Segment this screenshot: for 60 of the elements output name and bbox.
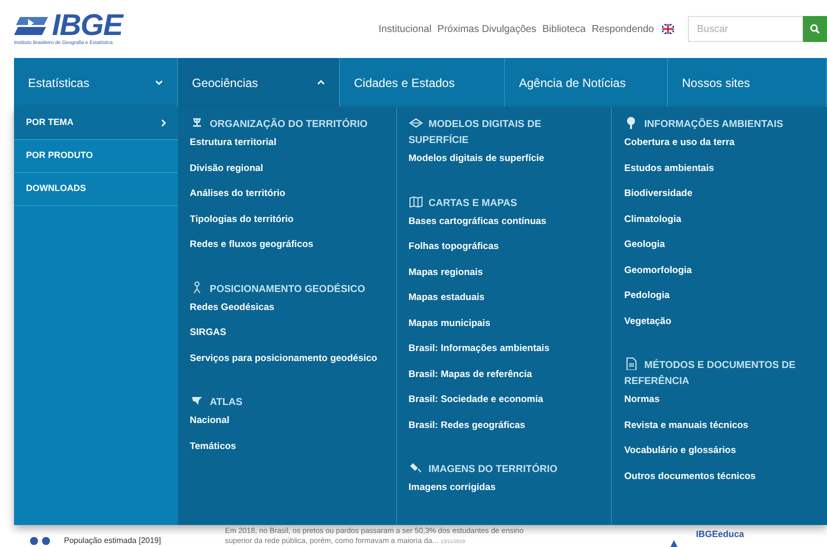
menu-link[interactable]: Mapas municipais (408, 318, 490, 330)
menu-link[interactable]: Geologia (624, 239, 665, 251)
menu-link[interactable]: Estrutura territorial (190, 137, 276, 149)
submenu-item[interactable]: POR TEMA (14, 107, 178, 140)
search-field[interactable]: Buscar (688, 16, 803, 42)
menu-link[interactable]: Biodiversidade (624, 188, 692, 200)
menu-link[interactable]: Folhas topográficas (408, 241, 499, 253)
menu-link[interactable]: Revista e manuais técnicos (624, 420, 748, 432)
menu-link[interactable]: Brasil: Redes geográficas (408, 420, 526, 432)
menu-link[interactable]: Imagens corrigidas (408, 482, 496, 494)
logo-text[interactable]: IBGE (52, 12, 122, 40)
menu-link[interactable]: Brasil: Informações ambientais (408, 343, 550, 355)
section-title: MODELOS DIGITAIS DE SUPERFÍCIE (408, 116, 600, 149)
menu-link[interactable]: Outros documentos técnicos (624, 470, 756, 482)
section-title: ATLAS (190, 394, 384, 411)
menu-link[interactable]: Redes e fluxos geográficos (190, 239, 314, 251)
section-title: POSICIONAMENTO GEODÉSICO (190, 280, 384, 298)
menu-link[interactable]: Estudos ambientais (624, 162, 714, 174)
section-title: ORGANIZAÇÃO DO TERRITÓRIO (190, 116, 384, 133)
section-title: CARTAS E MAPAS (408, 194, 600, 212)
menu-link[interactable]: SIRGAS (190, 327, 226, 339)
top-link[interactable]: Próximas Divulgações (437, 22, 536, 36)
search-button[interactable] (803, 16, 827, 42)
logo-icon (14, 14, 50, 36)
stat-label[interactable]: População estimada [2019] (64, 535, 214, 547)
menu-link[interactable]: Normas (624, 394, 660, 406)
menu-link[interactable]: Geomorfologia (624, 264, 692, 276)
menu-link[interactable]: Vegetação (624, 316, 672, 328)
menu-link[interactable]: Brasil: Mapas de referência (408, 368, 532, 380)
menu-link[interactable]: Análises do território (190, 188, 286, 200)
nav-tab[interactable]: Geociências (178, 58, 340, 107)
menu-link[interactable]: Mapas estaduais (408, 292, 485, 304)
menu-link[interactable]: Climatologia (624, 214, 682, 226)
top-link[interactable]: Respondendo (592, 22, 654, 36)
map-icon (408, 194, 423, 208)
side-title[interactable]: IBGEeduca (696, 528, 744, 542)
menu-link[interactable]: Bases cartográficas contínuas (408, 216, 546, 228)
section-title: INFORMAÇÕES AMBIENTAIS (624, 116, 815, 133)
menu-link[interactable]: Vocabulário e glossários (624, 445, 736, 457)
chevron-right-icon (160, 119, 166, 127)
menu-link[interactable]: Serviços para posicionamento geodésico (190, 352, 378, 364)
search-icon (810, 24, 820, 34)
section-title: MÉTODOS E DOCUMENTOS DE REFERÊNCIA (624, 357, 815, 390)
menu-link[interactable]: Temáticos (190, 440, 236, 452)
top-link[interactable]: Biblioteca (542, 22, 586, 36)
menu-link[interactable]: Brasil: Sociedade e economia (408, 394, 544, 406)
menu-link[interactable]: Redes Geodésicas (190, 302, 274, 314)
document-icon (624, 357, 638, 370)
top-link[interactable]: Institucional (378, 22, 432, 36)
menu-link[interactable]: Modelos digitais de superfície (408, 153, 544, 165)
layers-icon (408, 116, 423, 129)
section-title: IMAGENS DO TERRITÓRIO (408, 461, 600, 478)
menu-link[interactable]: Cobertura e uso da terra (624, 137, 735, 149)
menu-link[interactable]: Pedologia (624, 290, 670, 302)
menu-link[interactable]: Mapas regionais (408, 266, 483, 278)
menu-link[interactable]: Divisão regional (190, 162, 264, 174)
flag-icon[interactable] (662, 24, 674, 34)
menu-link[interactable]: Nacional (190, 415, 230, 427)
map-shape-icon (190, 394, 204, 407)
menu-link[interactable]: Tipologias do território (190, 214, 294, 226)
